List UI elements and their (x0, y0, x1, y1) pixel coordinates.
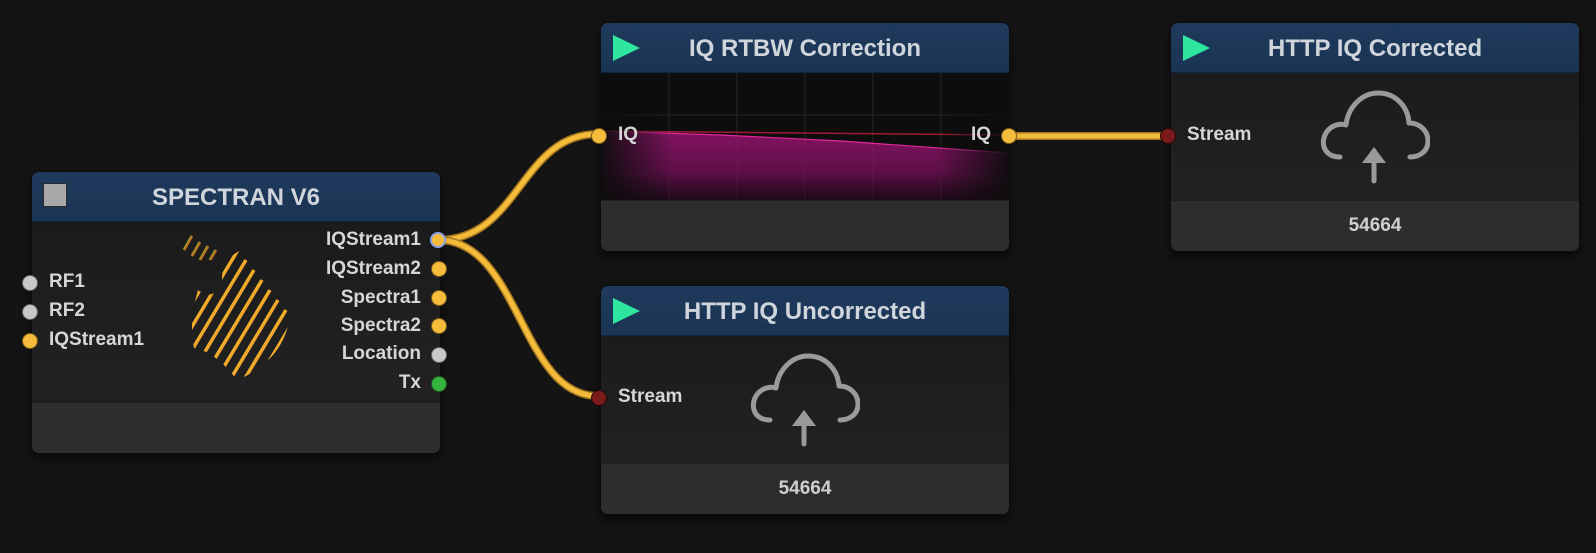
port-input-rf2[interactable] (22, 304, 38, 320)
spectran-logo (182, 235, 291, 380)
port-label-iqstream1-in: IQStream1 (49, 329, 145, 350)
port-label-uncorrected-stream: Stream (618, 386, 683, 407)
port-label-spectra1: Spectra1 (340, 287, 421, 308)
port-input-rf1[interactable] (22, 275, 38, 291)
port-output-rtbw-iq[interactable] (1001, 128, 1017, 144)
port-label-tx: Tx (398, 372, 421, 393)
node-header[interactable]: HTTP IQ Corrected (1171, 23, 1579, 73)
port-output-tx[interactable] (431, 376, 447, 392)
node-title: IQ RTBW Correction (689, 35, 921, 62)
port-label-rf1: RF1 (49, 271, 85, 292)
node-header[interactable]: IQ RTBW Correction (601, 23, 1009, 73)
node-footer: 54664 (1171, 201, 1579, 251)
http-port-value: 54664 (778, 478, 832, 499)
node-graph-canvas[interactable]: SPECTRAN V6 RF1 RF2 IQStream1 IQStream1 … (0, 0, 1596, 553)
http-port-value: 54664 (1348, 215, 1402, 236)
port-input-uncorrected-stream[interactable] (591, 390, 607, 406)
port-output-location[interactable] (431, 347, 447, 363)
cloud-upload-icon (1320, 90, 1430, 184)
spectrum-plot (601, 73, 1009, 200)
port-output-spectra1[interactable] (431, 290, 447, 306)
node-footer: 54664 (601, 464, 1009, 514)
node-title: HTTP IQ Corrected (1267, 35, 1483, 62)
port-label-iqstream1-out: IQStream1 (325, 229, 421, 250)
port-label-corrected-stream: Stream (1187, 124, 1252, 145)
spectrum-preview (601, 73, 1009, 200)
node-iq-rtbw-correction[interactable]: IQ RTBW Correction (600, 22, 1010, 252)
node-header[interactable]: SPECTRAN V6 (32, 172, 440, 222)
cloud-upload-icon (750, 353, 860, 447)
node-header[interactable]: HTTP IQ Uncorrected (601, 286, 1009, 336)
port-input-iqstream1[interactable] (22, 333, 38, 349)
port-output-iqstream2[interactable] (431, 261, 447, 277)
node-footer (32, 403, 440, 453)
port-input-rtbw-iq[interactable] (591, 128, 607, 144)
port-label-spectra2: Spectra2 (340, 315, 421, 336)
port-output-spectra2[interactable] (431, 318, 447, 334)
port-label-rf2: RF2 (49, 300, 85, 321)
port-label-rtbw-iq-in: IQ (618, 124, 639, 145)
port-input-corrected-stream[interactable] (1160, 128, 1176, 144)
node-spectran-v6[interactable]: SPECTRAN V6 (31, 171, 441, 454)
port-label-iqstream2: IQStream2 (325, 258, 421, 279)
node-footer (601, 201, 1009, 251)
port-label-rtbw-iq-out: IQ (970, 124, 991, 145)
port-label-location: Location (341, 343, 421, 364)
node-title: SPECTRAN V6 (151, 184, 321, 211)
node-title: HTTP IQ Uncorrected (683, 298, 927, 325)
port-output-iqstream1[interactable] (430, 232, 446, 248)
